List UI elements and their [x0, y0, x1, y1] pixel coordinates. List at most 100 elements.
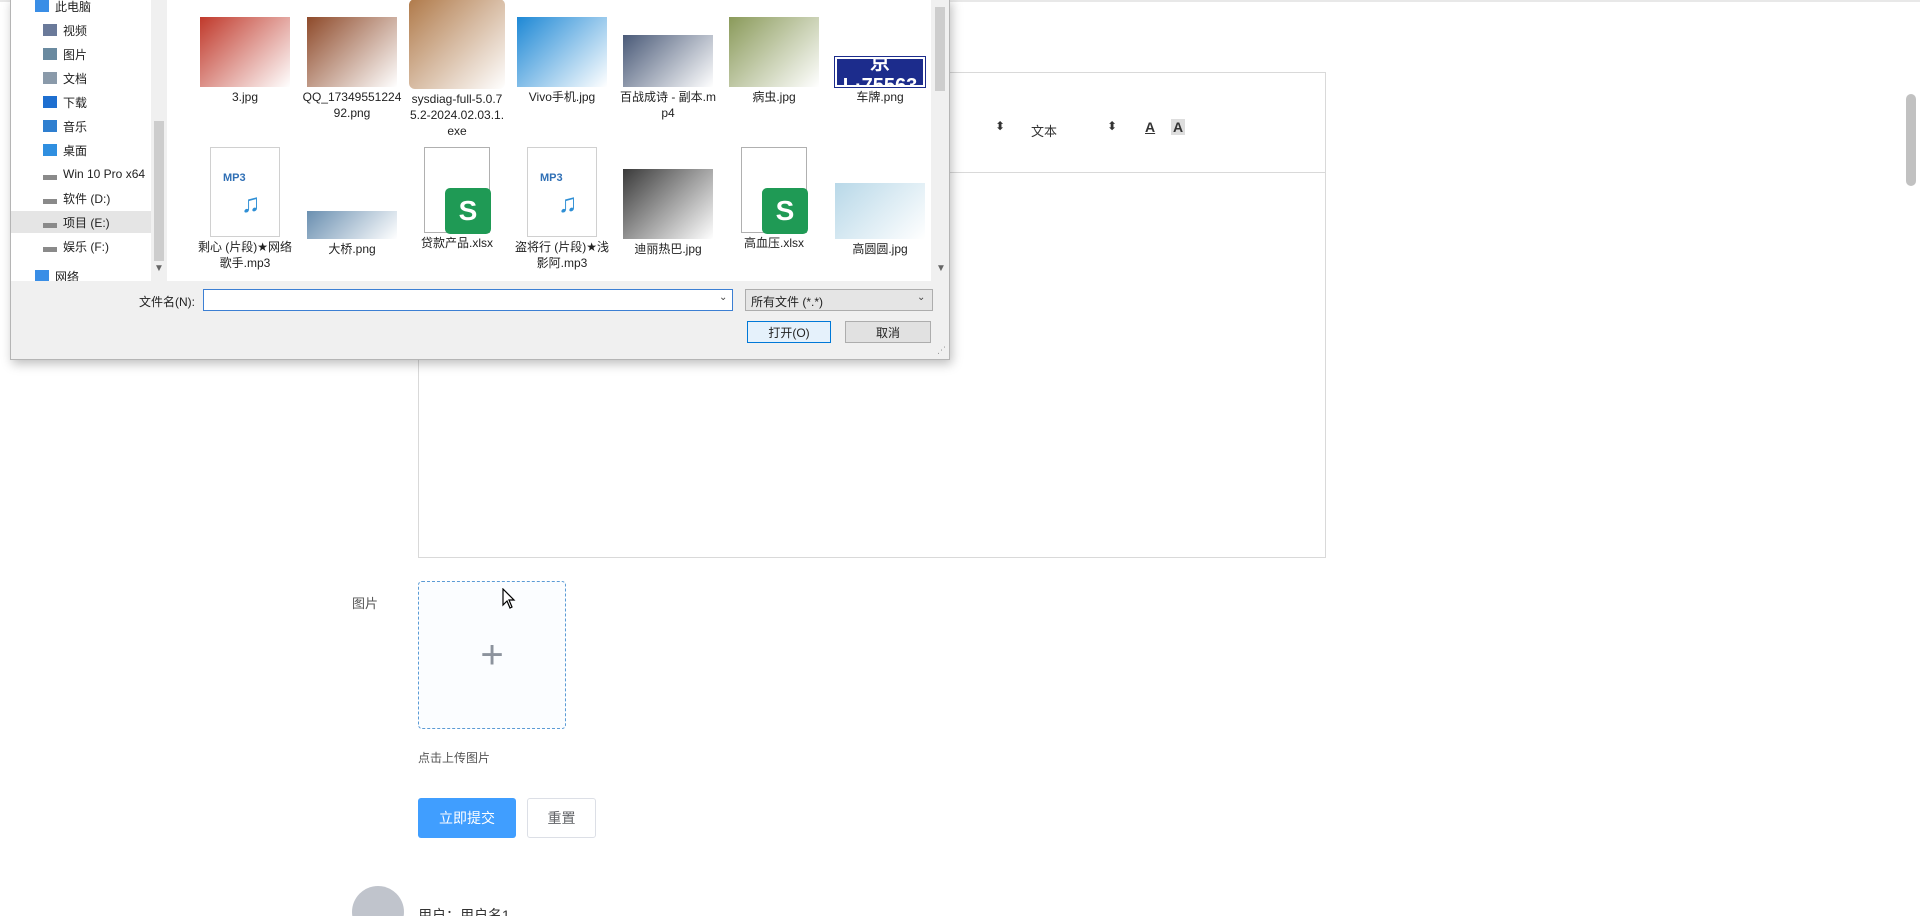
file-item[interactable]: MP3 ♫ 盗将行 (片段)★浅影阿.mp3: [512, 147, 612, 271]
file-item[interactable]: 百战成诗 - 副本.mp4: [618, 0, 718, 121]
file-name: 贷款产品.xlsx: [420, 236, 493, 250]
nav-item-label: 视频: [63, 23, 88, 38]
nav-item[interactable]: 此电脑: [11, 0, 151, 17]
file-list-scrollbar[interactable]: ▼: [931, 0, 949, 281]
image-thumbnail: [835, 183, 925, 239]
nav-item-label: 软件 (D:): [63, 191, 111, 206]
font-size-arrow-icon[interactable]: ⬍: [995, 119, 1005, 133]
file-item[interactable]: S 高血压.xlsx: [724, 147, 824, 251]
file-item[interactable]: 高圆圆.jpg: [830, 147, 930, 257]
nav-item[interactable]: 软件 (D:): [11, 187, 151, 209]
nav-item[interactable]: 下载: [11, 91, 151, 113]
drive-icon: [43, 222, 57, 228]
desktop-folder-icon: [43, 144, 57, 156]
nav-item-label: 下载: [63, 95, 88, 110]
file-item[interactable]: QQ_1734955122492.png: [302, 0, 402, 121]
nav-item[interactable]: 视频: [11, 19, 151, 41]
filename-input[interactable]: [203, 289, 733, 311]
nav-item[interactable]: Win 10 Pro x64: [11, 163, 151, 185]
navigation-scroll-thumb[interactable]: [154, 121, 164, 261]
image-thumbnail: [200, 17, 290, 87]
nav-item-label: Win 10 Pro x64: [63, 167, 146, 181]
nav-item[interactable]: 娱乐 (F:): [11, 235, 151, 257]
file-item[interactable]: 大桥.png: [302, 147, 402, 257]
page-scrollbar[interactable]: [1906, 94, 1916, 186]
upload-hint: 点击上传图片: [418, 751, 491, 765]
scroll-down-icon[interactable]: ▼: [154, 263, 164, 274]
file-type-filter-select[interactable]: 所有文件 (*.*): [745, 289, 933, 311]
plus-icon: +: [480, 633, 504, 677]
background-color-icon[interactable]: A: [1171, 119, 1186, 135]
block-format-select[interactable]: 文本: [1031, 121, 1057, 140]
image-thumbnail: [729, 17, 819, 87]
submit-button[interactable]: 立即提交: [418, 798, 516, 838]
open-button[interactable]: 打开(O): [747, 321, 831, 343]
documents-folder-icon: [43, 72, 57, 84]
nav-item[interactable]: 音乐: [11, 115, 151, 137]
mp3-label: MP3: [540, 172, 563, 184]
reset-button[interactable]: 重置: [527, 798, 596, 838]
video-folder-icon: [43, 24, 57, 36]
image-thumbnail: [517, 17, 607, 87]
file-name: 3.jpg: [231, 90, 259, 104]
file-name: 大桥.png: [328, 242, 376, 256]
nav-item-label: 娱乐 (F:): [63, 239, 109, 254]
file-item[interactable]: MP3 ♫ 剩心 (片段)★网络歌手.mp3: [195, 147, 295, 271]
dialog-footer: 文件名(N): ⌄ 所有文件 (*.*) ⌄ 打开(O) 取消 ⋰: [11, 281, 949, 359]
file-name: 高圆圆.jpg: [852, 242, 908, 256]
nav-item[interactable]: 图片: [11, 43, 151, 65]
mouse-cursor-icon: [502, 588, 516, 609]
spreadsheet-badge: S: [762, 188, 808, 234]
file-item[interactable]: Vivo手机.jpg: [512, 0, 612, 105]
drive-icon: [43, 246, 57, 252]
file-list: 3.jpg QQ_1734955122492.png sysdiag-full-5.…: [167, 0, 931, 281]
nav-item-label: 图片: [63, 47, 88, 62]
nav-item-label: 项目 (E:): [63, 215, 110, 230]
image-thumbnail: [623, 169, 713, 239]
cancel-button[interactable]: 取消: [845, 321, 931, 343]
exe-file-icon: [409, 0, 505, 89]
nav-item[interactable]: 文档: [11, 67, 151, 89]
music-folder-icon: [43, 120, 57, 132]
file-item[interactable]: S 贷款产品.xlsx: [407, 147, 507, 251]
file-name: QQ_1734955122492.png: [302, 90, 402, 120]
image-thumbnail: [307, 211, 397, 239]
video-thumbnail: [623, 35, 713, 87]
image-upload-box[interactable]: +: [418, 581, 566, 729]
font-color-icon[interactable]: A: [1145, 119, 1155, 135]
file-name: 病虫.jpg: [752, 90, 796, 104]
file-item[interactable]: sysdiag-full-5.0.75.2-2024.02.03.1.exe: [407, 0, 507, 139]
avatar: [352, 886, 404, 916]
file-name: 百战成诗 - 副本.mp4: [620, 90, 716, 120]
file-scroll-thumb[interactable]: [935, 7, 945, 91]
computer-icon: [35, 0, 49, 12]
scroll-down-icon[interactable]: ▼: [936, 263, 946, 274]
file-item[interactable]: 病虫.jpg: [724, 0, 824, 105]
navigation-scrollbar[interactable]: ▼: [151, 0, 167, 281]
mp3-label: MP3: [223, 172, 246, 184]
file-open-dialog: 此电脑视频图片文档下载音乐桌面 Win 10 Pro x64 软件 (D:) 项目 (…: [10, 0, 950, 360]
nav-item[interactable]: 项目 (E:): [11, 211, 151, 233]
drive-icon: [43, 174, 57, 180]
chevron-down-icon[interactable]: ⌄: [719, 292, 727, 303]
file-name: Vivo手机.jpg: [528, 90, 596, 104]
file-item[interactable]: 3.jpg: [195, 0, 295, 105]
nav-item-label: 音乐: [63, 119, 88, 134]
resize-grip-icon[interactable]: ⋰: [937, 345, 946, 356]
file-item[interactable]: 迪丽热巴.jpg: [618, 147, 718, 257]
file-name: sysdiag-full-5.0.75.2-2024.02.03.1.exe: [409, 92, 505, 138]
drive-icon: [43, 198, 57, 204]
image-thumbnail: [307, 17, 397, 87]
file-item[interactable]: 京L·75563 车牌.png: [830, 0, 930, 105]
file-name: 盗将行 (片段)★浅影阿.mp3: [514, 240, 610, 270]
filename-label: 文件名(N):: [139, 295, 195, 309]
spreadsheet-file-icon: S: [424, 147, 491, 234]
block-format-arrow-icon[interactable]: ⬍: [1107, 119, 1117, 133]
comment-user: 用户：用户名1: [418, 907, 510, 916]
mp3-file-icon: MP3 ♫: [527, 147, 597, 237]
nav-item[interactable]: 桌面: [11, 139, 151, 161]
mp3-file-icon: MP3 ♫: [210, 147, 280, 237]
chevron-down-icon[interactable]: ⌄: [917, 292, 925, 303]
download-folder-icon: [43, 96, 57, 108]
file-name: 迪丽热巴.jpg: [634, 242, 702, 256]
